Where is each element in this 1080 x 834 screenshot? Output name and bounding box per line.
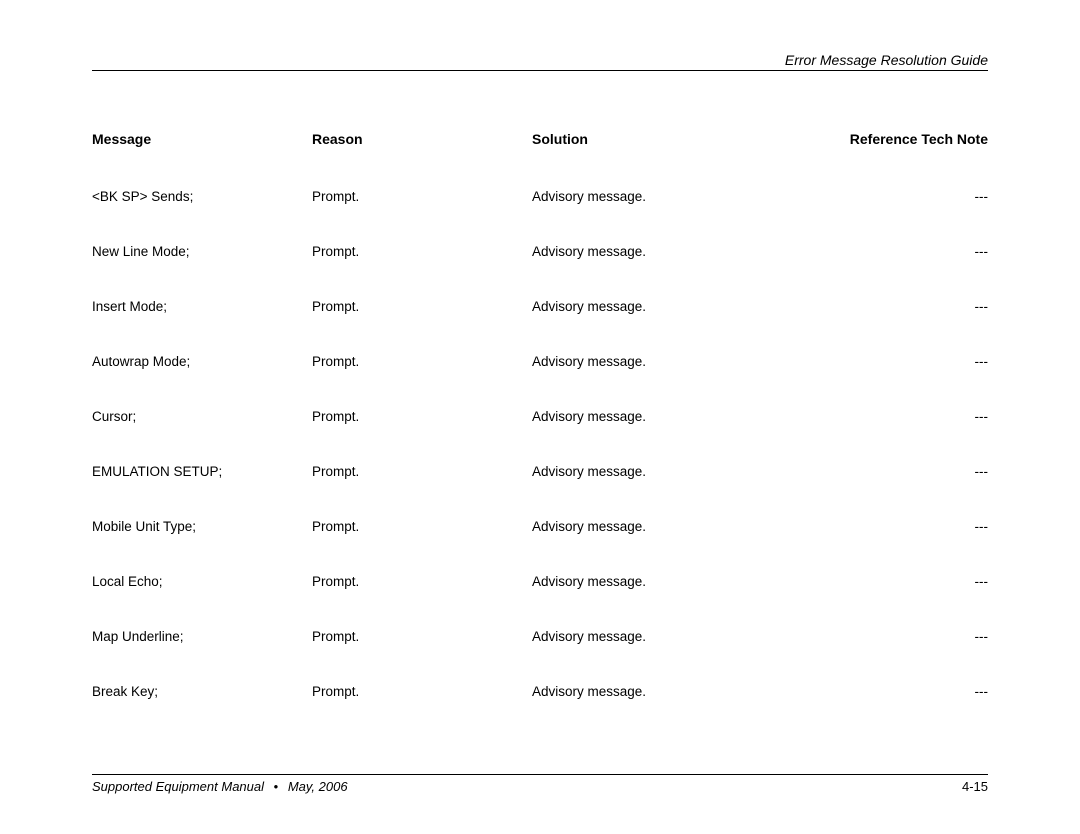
column-header-reference: Reference Tech Note xyxy=(822,131,988,147)
cell-reference: --- xyxy=(822,409,988,424)
table-row: <BK SP> Sends; Prompt. Advisory message.… xyxy=(92,189,988,204)
table-row: Mobile Unit Type; Prompt. Advisory messa… xyxy=(92,519,988,534)
cell-reason: Prompt. xyxy=(312,519,532,534)
footer: Supported Equipment Manual • May, 2006 4… xyxy=(92,774,988,794)
cell-reference: --- xyxy=(822,684,988,699)
bullet-icon: • xyxy=(274,779,279,794)
cell-reason: Prompt. xyxy=(312,354,532,369)
column-header-solution: Solution xyxy=(532,131,822,147)
cell-message: Autowrap Mode; xyxy=(92,354,312,369)
cell-solution: Advisory message. xyxy=(532,519,822,534)
header-title: Error Message Resolution Guide xyxy=(92,52,988,68)
cell-solution: Advisory message. xyxy=(532,464,822,479)
table-header-row: Message Reason Solution Reference Tech N… xyxy=(92,131,988,147)
cell-message: Map Underline; xyxy=(92,629,312,644)
table-row: Break Key; Prompt. Advisory message. --- xyxy=(92,684,988,699)
table-row: Autowrap Mode; Prompt. Advisory message.… xyxy=(92,354,988,369)
cell-message: Insert Mode; xyxy=(92,299,312,314)
cell-message: Break Key; xyxy=(92,684,312,699)
header-rule: Error Message Resolution Guide xyxy=(92,52,988,71)
cell-reference: --- xyxy=(822,519,988,534)
cell-message: <BK SP> Sends; xyxy=(92,189,312,204)
table-row: New Line Mode; Prompt. Advisory message.… xyxy=(92,244,988,259)
footer-left: Supported Equipment Manual • May, 2006 xyxy=(92,779,348,794)
cell-reason: Prompt. xyxy=(312,244,532,259)
column-header-message: Message xyxy=(92,131,312,147)
cell-reference: --- xyxy=(822,629,988,644)
table-row: Insert Mode; Prompt. Advisory message. -… xyxy=(92,299,988,314)
cell-reason: Prompt. xyxy=(312,464,532,479)
cell-reason: Prompt. xyxy=(312,629,532,644)
cell-solution: Advisory message. xyxy=(532,409,822,424)
footer-date: May, 2006 xyxy=(288,779,348,794)
cell-reason: Prompt. xyxy=(312,574,532,589)
cell-reference: --- xyxy=(822,189,988,204)
column-header-reason: Reason xyxy=(312,131,532,147)
cell-solution: Advisory message. xyxy=(532,354,822,369)
cell-reference: --- xyxy=(822,464,988,479)
table-row: Map Underline; Prompt. Advisory message.… xyxy=(92,629,988,644)
cell-reason: Prompt. xyxy=(312,189,532,204)
cell-message: EMULATION SETUP; xyxy=(92,464,312,479)
footer-page-number: 4-15 xyxy=(962,779,988,794)
cell-solution: Advisory message. xyxy=(532,684,822,699)
cell-message: Mobile Unit Type; xyxy=(92,519,312,534)
cell-message: Cursor; xyxy=(92,409,312,424)
cell-message: Local Echo; xyxy=(92,574,312,589)
cell-solution: Advisory message. xyxy=(532,299,822,314)
cell-message: New Line Mode; xyxy=(92,244,312,259)
cell-solution: Advisory message. xyxy=(532,244,822,259)
footer-manual: Supported Equipment Manual xyxy=(92,779,264,794)
cell-reason: Prompt. xyxy=(312,409,532,424)
cell-solution: Advisory message. xyxy=(532,574,822,589)
cell-reference: --- xyxy=(822,244,988,259)
cell-solution: Advisory message. xyxy=(532,629,822,644)
cell-reason: Prompt. xyxy=(312,299,532,314)
cell-solution: Advisory message. xyxy=(532,189,822,204)
table-row: Cursor; Prompt. Advisory message. --- xyxy=(92,409,988,424)
table-row: Local Echo; Prompt. Advisory message. --… xyxy=(92,574,988,589)
cell-reason: Prompt. xyxy=(312,684,532,699)
cell-reference: --- xyxy=(822,354,988,369)
error-table: Message Reason Solution Reference Tech N… xyxy=(92,131,988,699)
cell-reference: --- xyxy=(822,299,988,314)
cell-reference: --- xyxy=(822,574,988,589)
table-row: EMULATION SETUP; Prompt. Advisory messag… xyxy=(92,464,988,479)
